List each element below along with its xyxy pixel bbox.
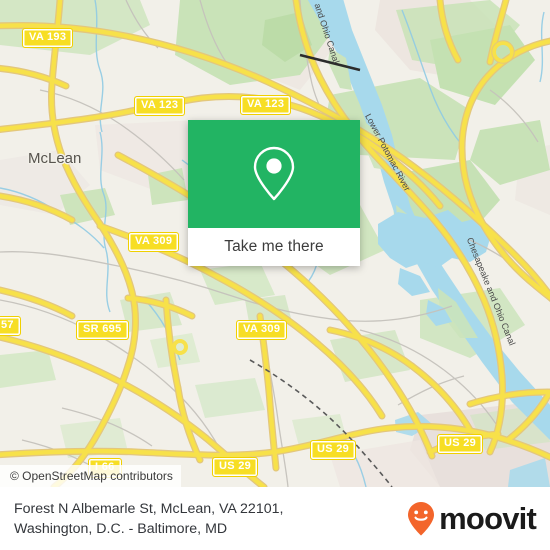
moovit-pin-smiley-icon bbox=[408, 501, 435, 535]
location-popup-card[interactable]: Take me there bbox=[188, 120, 360, 266]
map-pin-icon bbox=[253, 146, 295, 201]
footer-address-line-2: Washington, D.C. - Baltimore, MD bbox=[14, 520, 228, 537]
popup-pin-area bbox=[188, 120, 360, 228]
attribution-text: © OpenStreetMap contributors bbox=[10, 469, 173, 483]
footer-address-line-1: Forest N Albemarle St, McLean, VA 22101, bbox=[14, 500, 284, 517]
take-me-there-label: Take me there bbox=[224, 238, 324, 255]
footer-bar: Forest N Albemarle St, McLean, VA 22101,… bbox=[0, 487, 550, 550]
route-shield-va-309-south[interactable]: VA 309 bbox=[236, 320, 288, 340]
route-shield-us-29-east[interactable]: US 29 bbox=[437, 434, 484, 454]
footer-address-block: Forest N Albemarle St, McLean, VA 22101,… bbox=[14, 499, 283, 539]
place-label-mclean: McLean bbox=[28, 150, 82, 167]
route-shield-sr-695[interactable]: SR 695 bbox=[76, 320, 129, 340]
route-shield-57-clipped[interactable]: 57 bbox=[0, 316, 21, 336]
route-shield-va-193[interactable]: VA 193 bbox=[22, 28, 74, 48]
map-canvas[interactable]: McLean and Ohio Canal Lower Potomac Rive… bbox=[0, 0, 550, 487]
route-shield-va-123-west[interactable]: VA 123 bbox=[134, 96, 186, 116]
route-shield-va-123-east[interactable]: VA 123 bbox=[240, 95, 292, 115]
route-shield-us-29-center[interactable]: US 29 bbox=[310, 440, 357, 460]
map-screenshot: McLean and Ohio Canal Lower Potomac Rive… bbox=[0, 0, 550, 550]
map-attribution[interactable]: © OpenStreetMap contributors bbox=[0, 465, 181, 487]
popup-action-bar[interactable]: Take me there bbox=[188, 228, 360, 266]
route-shield-va-309-north[interactable]: VA 309 bbox=[128, 232, 180, 252]
route-shield-us-29-west[interactable]: US 29 bbox=[212, 457, 259, 477]
moovit-wordmark: moovit bbox=[439, 501, 537, 536]
moovit-brand[interactable]: moovit bbox=[406, 501, 537, 537]
